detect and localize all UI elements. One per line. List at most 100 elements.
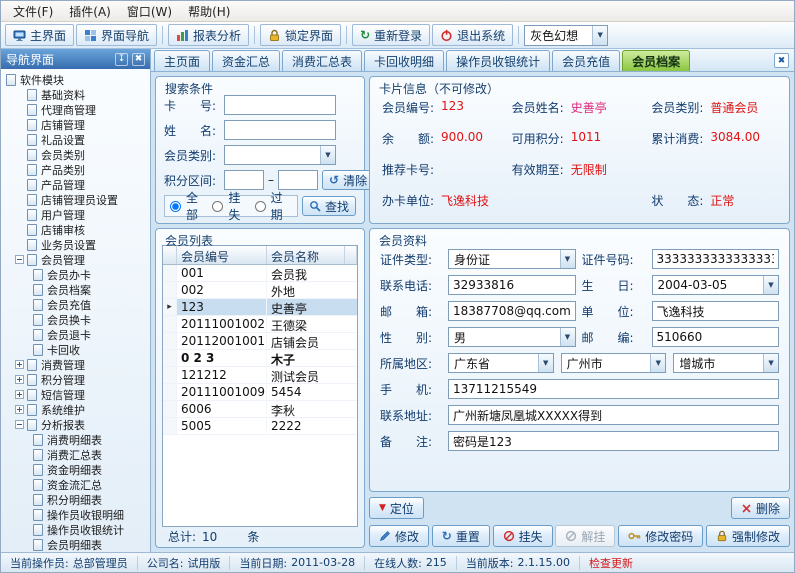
tree-item[interactable]: 基础资料 [1,87,150,102]
remark-input[interactable] [448,431,779,451]
company-input[interactable] [652,301,780,321]
tree-item[interactable]: 会员退卡 [1,327,150,342]
column-header-member-name[interactable]: 会员名称 [267,246,345,264]
phone-input[interactable] [448,275,576,295]
tree-item[interactable]: 资金明细表 [1,462,150,477]
table-row[interactable]: 6006李秋 [163,401,357,418]
tree-item[interactable]: 积分明细表 [1,492,150,507]
release-loss-button[interactable]: 解挂 [555,525,615,547]
tree-item[interactable]: 消费明细表 [1,432,150,447]
change-password-button[interactable]: 修改密码 [618,525,703,547]
points-to-input[interactable] [278,170,318,190]
theme-select[interactable]: 灰色幻想 ▼ [524,25,608,46]
find-button[interactable]: 查找 [302,196,356,216]
locate-button[interactable]: ▼ 定位 [369,497,424,519]
tree-item[interactable]: 会员类别 [1,147,150,162]
expand-icon[interactable] [15,405,24,414]
collapse-icon[interactable] [15,255,24,264]
province-select[interactable]: 广东省▼ [448,353,554,373]
id-type-select[interactable]: 身份证▼ [448,249,576,269]
tree-item[interactable]: 业务员设置 [1,237,150,252]
expand-icon[interactable] [15,375,24,384]
email-input[interactable] [448,301,576,321]
collapse-icon[interactable] [15,420,24,429]
tree-item[interactable]: 操作员收银明细 [1,507,150,522]
points-from-input[interactable] [224,170,264,190]
lock-screen-button[interactable]: 锁定界面 [260,24,341,46]
tree-item[interactable]: 礼品设置 [1,132,150,147]
tree-item[interactable]: 资金流汇总 [1,477,150,492]
tree-item[interactable]: 操作员收银统计 [1,522,150,537]
tab-funds-summary[interactable]: 资金汇总 [212,50,280,71]
gender-select[interactable]: 男▼ [448,327,576,347]
exit-system-button[interactable]: 退出系统 [432,24,513,46]
table-row[interactable]: 001会员我 [163,265,357,282]
main-screen-button[interactable]: 主界面 [5,24,74,46]
radio-loss[interactable] [212,201,223,212]
tree-item[interactable]: 会员换卡 [1,312,150,327]
tree-item-software-modules[interactable]: 软件模块 [1,72,150,87]
modify-button[interactable]: 修改 [369,525,429,547]
clear-button[interactable]: ↺ 清除 [322,170,374,190]
tree-item[interactable]: 代理商管理 [1,102,150,117]
tree-item[interactable]: 产品类别 [1,162,150,177]
table-row[interactable]: 0 2 3木子 [163,350,357,367]
table-row[interactable]: 20111001002王德梁 [163,316,357,333]
menu-help[interactable]: 帮助(H) [180,1,238,22]
tab-member-archive[interactable]: 会员档案 [622,50,690,71]
tree-item[interactable]: 卡回收 [1,342,150,357]
table-row-selected[interactable]: ▸123史善亭 [163,299,357,316]
table-row[interactable]: 50052222 [163,418,357,435]
tree-item[interactable]: 店铺管理员设置 [1,192,150,207]
reset-button[interactable]: ↻ 重置 [432,525,490,547]
tree-item-system-maintenance[interactable]: 系统维护 [1,402,150,417]
birthday-select[interactable]: 2004-03-05▼ [652,275,780,295]
expand-icon[interactable] [15,390,24,399]
tree-item-consume-management[interactable]: 消费管理 [1,357,150,372]
tab-cashier-stats[interactable]: 操作员收银统计 [446,50,550,71]
tree-item[interactable]: 店铺管理 [1,117,150,132]
address-input[interactable] [448,405,779,425]
relogin-button[interactable]: ↻ 重新登录 [352,24,430,46]
member-type-select[interactable]: ▼ [224,145,336,165]
tree-item[interactable]: 用户管理 [1,207,150,222]
tree-item-sms-management[interactable]: 短信管理 [1,387,150,402]
close-icon[interactable]: ✖ [132,53,145,66]
expand-icon[interactable] [15,360,24,369]
pin-icon[interactable]: ↧ [115,53,128,66]
district-select[interactable]: 增城市▼ [673,353,779,373]
city-select[interactable]: 广州市▼ [561,353,667,373]
id-no-input[interactable] [652,249,780,269]
ui-navigation-button[interactable]: 界面导航 [76,24,157,46]
menu-file[interactable]: 文件(F) [5,1,61,22]
tree-item-member-management[interactable]: 会员管理 [1,252,150,267]
tab-home[interactable]: 主页面 [154,50,210,71]
radio-expired[interactable] [255,201,266,212]
tree-item[interactable]: 会员充值 [1,297,150,312]
report-loss-button[interactable]: 挂失 [493,525,553,547]
tab-consume-summary[interactable]: 消费汇总表 [282,50,362,71]
tree-item[interactable]: 会员办卡 [1,267,150,282]
card-no-input[interactable] [224,95,336,115]
tree-item[interactable]: 产品管理 [1,177,150,192]
tab-member-recharge[interactable]: 会员充值 [552,50,620,71]
tree-item-points-management[interactable]: 积分管理 [1,372,150,387]
mobile-input[interactable] [448,379,779,399]
zip-input[interactable] [652,327,780,347]
radio-all[interactable] [170,201,181,212]
delete-button[interactable]: 删除 [731,497,790,519]
tree-item[interactable]: 会员明细表 [1,537,150,552]
force-modify-button[interactable]: 强制修改 [706,525,790,547]
name-input[interactable] [224,120,336,140]
tab-card-recycle-detail[interactable]: 卡回收明细 [364,50,444,71]
tree-item[interactable]: 店铺审核 [1,222,150,237]
check-update-link[interactable]: 检查更新 [580,555,642,571]
menu-window[interactable]: 窗口(W) [119,1,180,22]
tree-item-analysis-reports[interactable]: 分析报表 [1,417,150,432]
tab-close-icon[interactable]: ✖ [774,53,789,68]
table-row[interactable]: 121212测试会员 [163,367,357,384]
table-row[interactable]: 002外地 [163,282,357,299]
tree-item-member-archive[interactable]: 会员档案 [1,282,150,297]
tree-item[interactable]: 消费汇总表 [1,447,150,462]
menu-plugins[interactable]: 插件(A) [61,1,119,22]
